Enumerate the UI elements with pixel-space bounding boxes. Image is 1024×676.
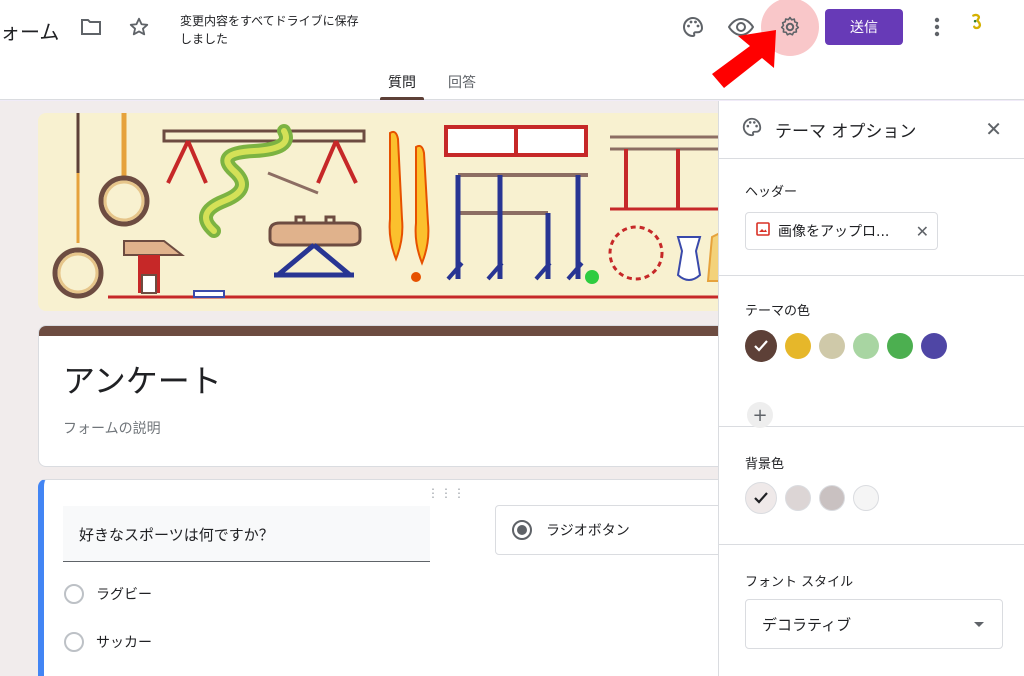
panel-title: テーマ オプション [775,122,917,142]
color-swatch[interactable] [819,485,845,511]
app-title: ォーム [0,20,60,44]
color-swatch[interactable] [819,333,845,359]
color-swatch[interactable] [785,485,811,511]
option-label[interactable]: サッカー [96,632,152,652]
avatar[interactable] [964,10,990,36]
radio-button-icon [512,520,532,540]
close-icon[interactable]: ✕ [985,117,1002,141]
tab-questions[interactable]: 質問 [380,72,424,100]
form-canvas: アンケート フォームの説明 ⋮⋮⋮ 好きなスポーツは何ですか？ ラジオボタン ラ… [0,101,718,676]
question-title-input[interactable]: 好きなスポーツは何ですか？ [63,506,430,562]
option-item[interactable]: ラグビー [64,584,152,604]
upload-label: 画像をアップロ... [778,224,890,240]
font-style-dropdown[interactable]: デコラティブ [745,599,1003,649]
dropdown-arrow-icon [974,622,984,627]
question-card[interactable]: ⋮⋮⋮ 好きなスポーツは何ですか？ ラジオボタン ラグビー サッカー [38,479,718,676]
form-title[interactable]: アンケート [63,356,222,402]
background-color-label: 背景色 [745,457,785,472]
color-swatch[interactable] [921,333,947,359]
theme-color-label: テーマの色 [745,304,811,319]
background-color-section: 背景色 [719,427,1024,545]
top-bar: ォーム 変更内容をすべてドライブに保存しました 送信 質問 回答 [0,0,1024,100]
tab-responses[interactable]: 回答 [440,72,484,100]
color-swatch-selected[interactable] [745,330,777,362]
radio-circle-icon [64,632,84,652]
form-description-field[interactable]: フォームの説明 [63,418,161,438]
theme-color-bar [39,326,718,336]
question-type-dropdown[interactable]: ラジオボタン [495,505,718,555]
remove-image-icon[interactable]: ✕ [916,222,929,241]
color-swatch[interactable] [785,333,811,359]
font-style-value: デコラティブ [762,615,852,634]
folder-icon[interactable] [78,14,104,40]
settings-gear-icon[interactable] [777,14,803,40]
header-section: ヘッダー 画像をアップロ... ✕ [719,159,1024,276]
star-icon[interactable] [126,14,152,40]
option-item[interactable]: サッカー [64,632,152,652]
palette-icon [741,116,763,143]
save-status: 変更内容をすべてドライブに保存しました [180,14,359,46]
check-icon [754,337,768,356]
theme-color-swatches [745,330,947,362]
form-title-card: アンケート フォームの説明 [38,325,718,467]
color-swatch[interactable] [887,333,913,359]
color-swatch[interactable] [853,485,879,511]
drag-handle-icon[interactable]: ⋮⋮⋮ [427,486,466,500]
add-custom-color-icon[interactable]: + [747,402,773,428]
font-style-label: フォント スタイル [745,575,854,590]
theme-color-section: テーマの色 + [719,276,1024,428]
question-type-label: ラジオボタン [546,523,630,539]
check-icon [754,489,768,508]
theme-options-panel: テーマ オプション ✕ ヘッダー 画像をアップロ... ✕ テーマの色 + 背景… [718,101,1024,676]
more-options-icon[interactable] [924,14,950,40]
background-color-swatches [745,482,879,514]
header-label: ヘッダー [745,185,798,200]
red-arrow-annotation [712,30,776,88]
color-swatch[interactable] [853,333,879,359]
color-swatch-selected[interactable] [745,482,777,514]
panel-header: テーマ オプション ✕ [719,101,1024,159]
upload-image-chip[interactable]: 画像をアップロ... ✕ [745,212,938,250]
font-style-section: フォント スタイル デコラティブ [719,545,1024,675]
option-label[interactable]: ラグビー [96,584,152,604]
header-banner-image [38,113,718,311]
palette-icon[interactable] [680,14,706,40]
image-icon [756,222,770,240]
send-button[interactable]: 送信 [825,9,903,45]
tab-bar: 質問 回答 [380,72,484,100]
radio-circle-icon [64,584,84,604]
